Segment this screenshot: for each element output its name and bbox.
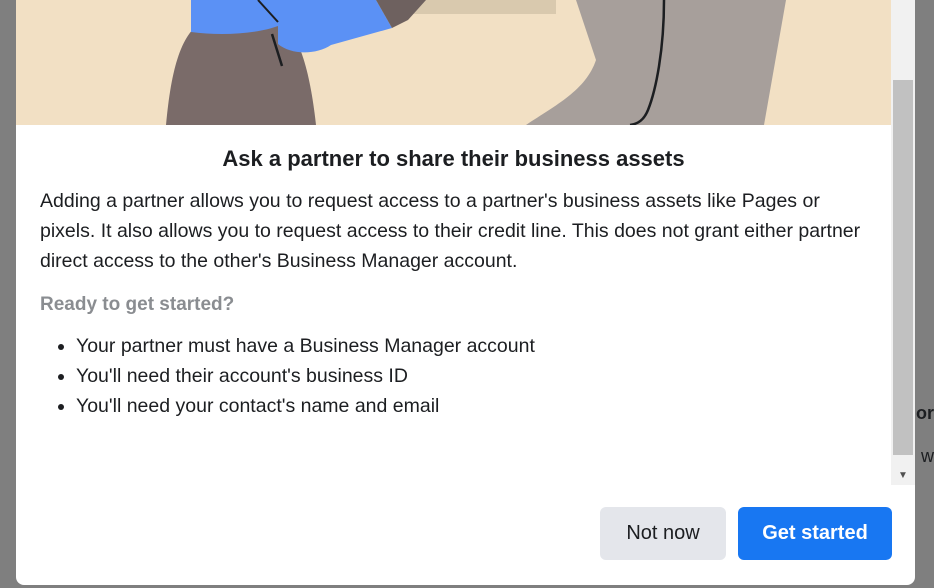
not-now-button[interactable]: Not now (600, 507, 726, 560)
add-partner-dialog: Ask a partner to share their business as… (16, 0, 915, 585)
requirements-list: Your partner must have a Business Manage… (40, 331, 535, 421)
backdrop-text-fragment: or (916, 403, 934, 423)
list-item: You'll need your contact's name and emai… (76, 391, 535, 421)
backdrop-text-fragment: o w (916, 446, 934, 466)
list-item: You'll need their account's business ID (76, 361, 535, 391)
list-item: Your partner must have a Business Manage… (76, 331, 535, 361)
dialog-description: Adding a partner allows you to request a… (40, 190, 861, 272)
dialog-title: Ask a partner to share their business as… (222, 146, 685, 171)
get-started-button[interactable]: Get started (738, 507, 892, 560)
scrollbar-thumb[interactable] (893, 80, 913, 455)
ready-heading: Ready to get started? (40, 294, 235, 315)
dialog-scrollbar[interactable]: ▼ (891, 0, 915, 485)
scroll-down-arrow-icon[interactable]: ▼ (891, 470, 915, 481)
